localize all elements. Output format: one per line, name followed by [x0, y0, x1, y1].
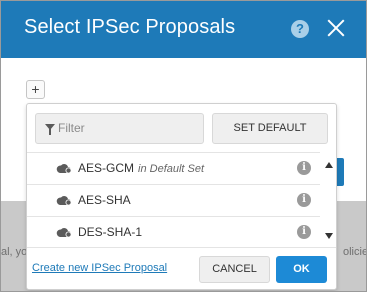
dialog-header: Select IPSec Proposals ? — [1, 1, 366, 58]
proposal-name: AES-SHA — [78, 193, 131, 207]
set-default-button[interactable]: SET DEFAULT — [212, 113, 328, 144]
info-icon[interactable]: i — [297, 193, 311, 207]
list-item[interactable]: AES-GCM in Default Set i — [27, 152, 320, 184]
background-text-left: al, yo — [1, 246, 28, 258]
list-item[interactable]: AES-SHA i — [27, 184, 320, 216]
scroll-down-arrow[interactable] — [325, 233, 333, 239]
ok-button[interactable]: OK — [276, 256, 327, 283]
proposals-popover: SET DEFAULT AES-GCMin Default Set i AES-… — [26, 103, 337, 290]
close-icon[interactable] — [326, 18, 346, 38]
cloud-icon — [56, 227, 72, 238]
cancel-button[interactable]: CANCEL — [199, 256, 270, 283]
select-ipsec-proposals-dialog: Select IPSec Proposals ? al, yo olicies … — [0, 0, 367, 292]
proposal-list: AES-GCM in Default Set i AES-SHA i DES-SH… — [27, 152, 320, 248]
cloud-icon — [56, 163, 72, 174]
info-icon[interactable]: i — [297, 161, 311, 175]
scroll-up-arrow[interactable] — [325, 162, 333, 168]
proposal-name: AES-GCM — [78, 161, 135, 175]
default-set-note: in Default Set — [138, 163, 205, 175]
list-item[interactable]: DES-SHA-1 i — [27, 216, 320, 248]
filter-box[interactable] — [35, 113, 204, 144]
add-proposal-button[interactable]: + — [26, 80, 45, 99]
create-new-ipsec-proposal-link[interactable]: Create new IPSec Proposal — [32, 262, 167, 274]
help-icon[interactable]: ? — [291, 20, 309, 38]
cloud-icon — [56, 195, 72, 206]
filter-input[interactable] — [58, 115, 198, 140]
info-icon[interactable]: i — [297, 225, 311, 239]
dialog-title: Select IPSec Proposals — [24, 16, 236, 38]
proposal-name: DES-SHA-1 — [78, 225, 143, 239]
filter-icon — [45, 124, 55, 135]
background-text-right: olicies — [343, 246, 366, 258]
divider — [27, 247, 336, 248]
